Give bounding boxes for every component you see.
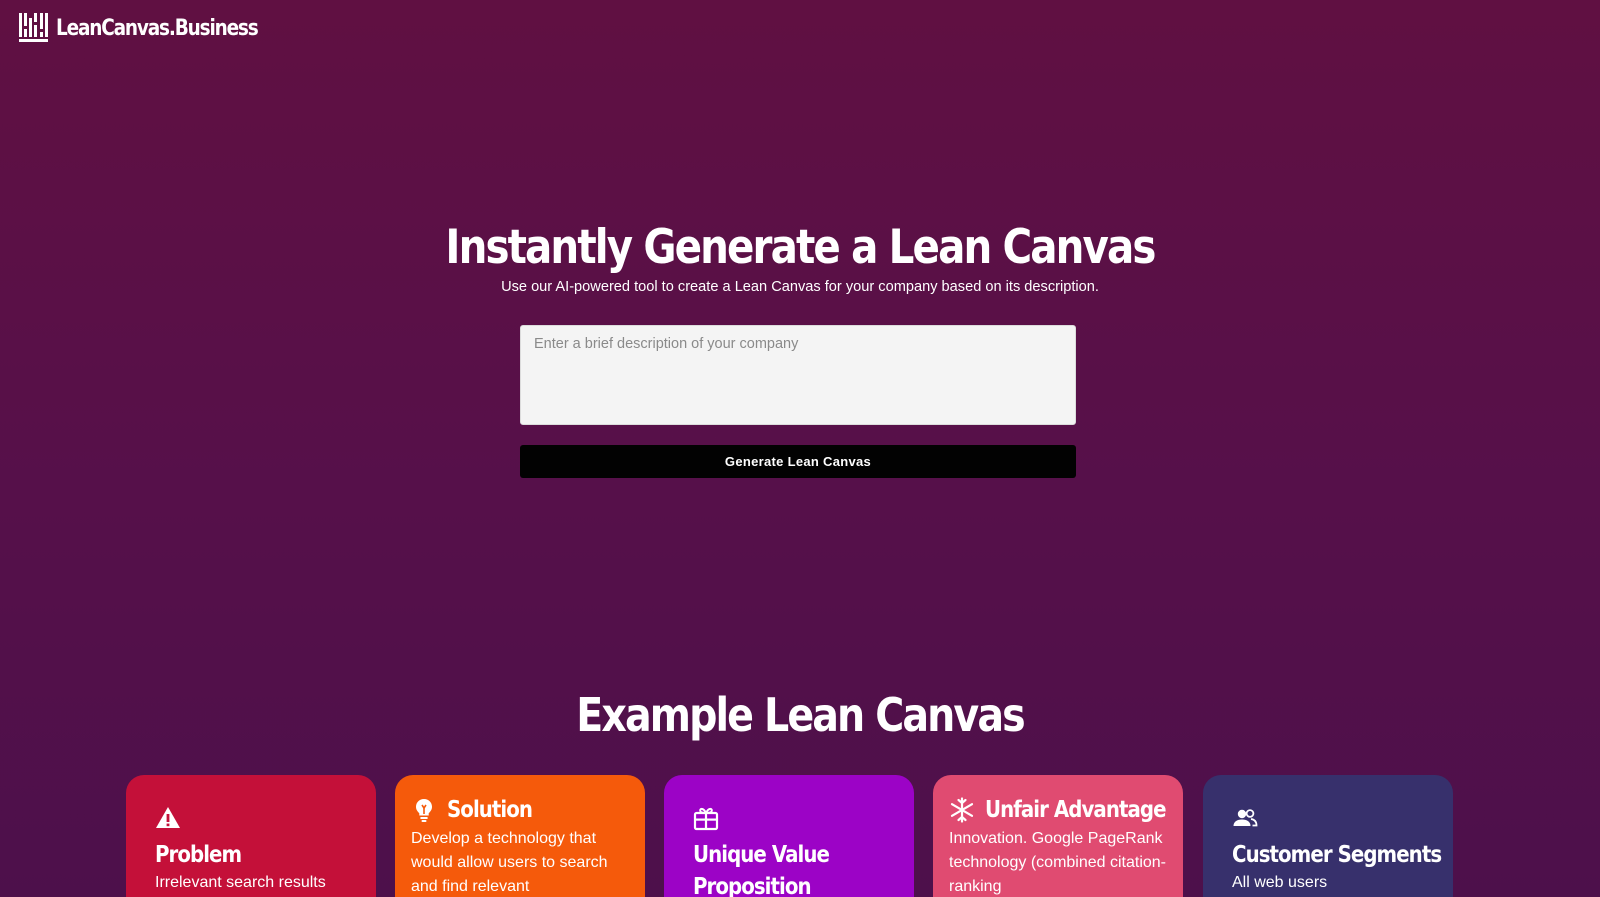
card-title: Solution <box>447 797 533 823</box>
lightbulb-icon <box>416 799 432 822</box>
users-icon <box>1233 809 1258 827</box>
card-text: Develop a technology that would allow us… <box>411 830 608 895</box>
hero-subtitle: Use our AI-powered tool to create a Lean… <box>501 279 1099 295</box>
card-title: Customer Segments <box>1232 842 1442 868</box>
card-unique-value-proposition: Unique Value Proposition <box>664 775 914 897</box>
hero-title: Instantly Generate a Lean Canvas <box>445 220 1156 275</box>
card-text: All web users <box>1232 874 1328 891</box>
card-title: Unfair Advantage <box>985 797 1167 823</box>
card-solution: Solution Develop a technology that would… <box>395 775 645 897</box>
card-unfair-advantage: Unfair Advantage Innovation. Google Page… <box>933 775 1183 897</box>
example-canvas-cards: Problem Irrelevant search results Soluti… <box>0 775 1600 897</box>
snowflake-icon <box>950 797 974 823</box>
card-customer-segments: Customer Segments All web users <box>1203 775 1453 897</box>
generate-lean-canvas-button[interactable]: Generate Lean Canvas <box>520 445 1076 478</box>
warning-triangle-icon <box>156 807 180 828</box>
example-section-title: Example Lean Canvas <box>576 688 1025 742</box>
brand-logo[interactable]: LeanCanvas.Business <box>19 13 296 42</box>
building-columns-icon <box>19 13 48 42</box>
card-title: Unique Value Proposition <box>693 842 830 897</box>
card-text: Irrelevant search results <box>155 874 326 891</box>
gift-icon <box>693 807 719 831</box>
card-title: Problem <box>155 842 242 868</box>
card-text: Innovation. Google PageRank technology (… <box>949 830 1167 895</box>
company-description-input[interactable] <box>520 325 1076 425</box>
card-problem: Problem Irrelevant search results <box>126 775 376 897</box>
brand-name: LeanCanvas.Business <box>56 15 259 41</box>
hero-section: Instantly Generate a Lean Canvas Use our… <box>0 218 1600 297</box>
